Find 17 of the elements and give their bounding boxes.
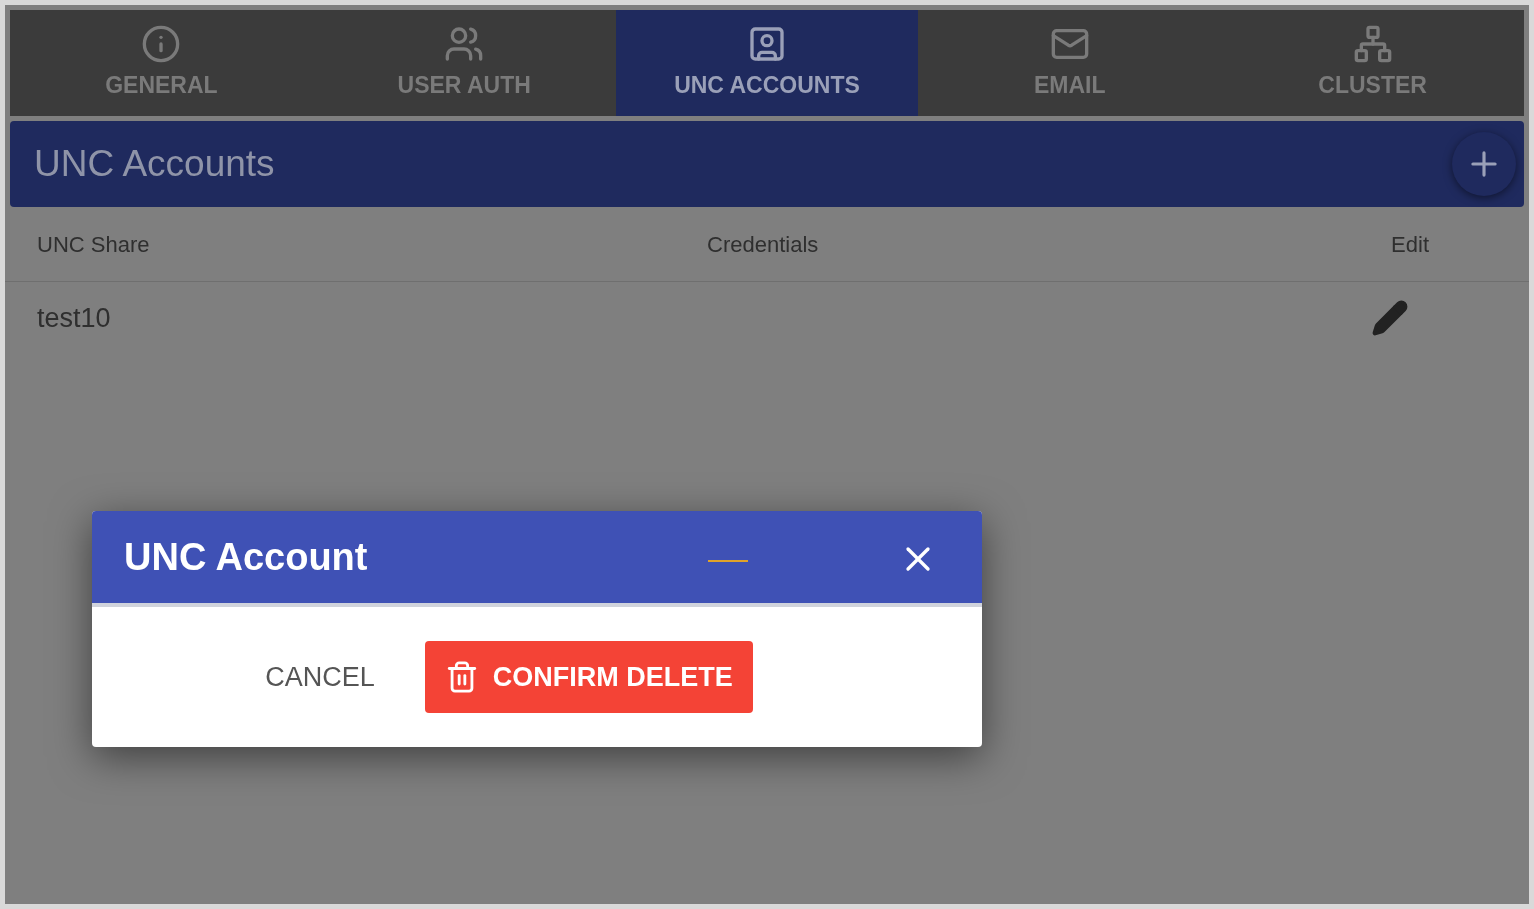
panel-title: UNC Accounts <box>34 142 275 187</box>
tab[interactable]: UNC ACCOUNTS <box>615 10 919 116</box>
tab[interactable]: USER AUTH <box>312 10 616 116</box>
add-button[interactable] <box>1452 132 1516 196</box>
info-icon <box>141 23 182 64</box>
column-header: Edit <box>1391 230 1429 259</box>
tab[interactable]: CLUSTER <box>1221 10 1524 116</box>
edit-icon[interactable] <box>1371 299 1409 337</box>
confirm-delete-button[interactable]: CONFIRM DELETE <box>424 641 753 713</box>
hierarchy-icon <box>1352 23 1393 64</box>
tab[interactable]: GENERAL <box>10 10 313 116</box>
column-header: UNC Share <box>37 230 151 259</box>
cancel-button[interactable]: CANCEL <box>261 641 379 713</box>
tab[interactable]: EMAIL <box>918 10 1222 116</box>
dialog-title: UNC Account <box>124 534 368 580</box>
column-header: Credentials <box>707 230 820 259</box>
table-cell-text: test10 <box>37 301 112 335</box>
